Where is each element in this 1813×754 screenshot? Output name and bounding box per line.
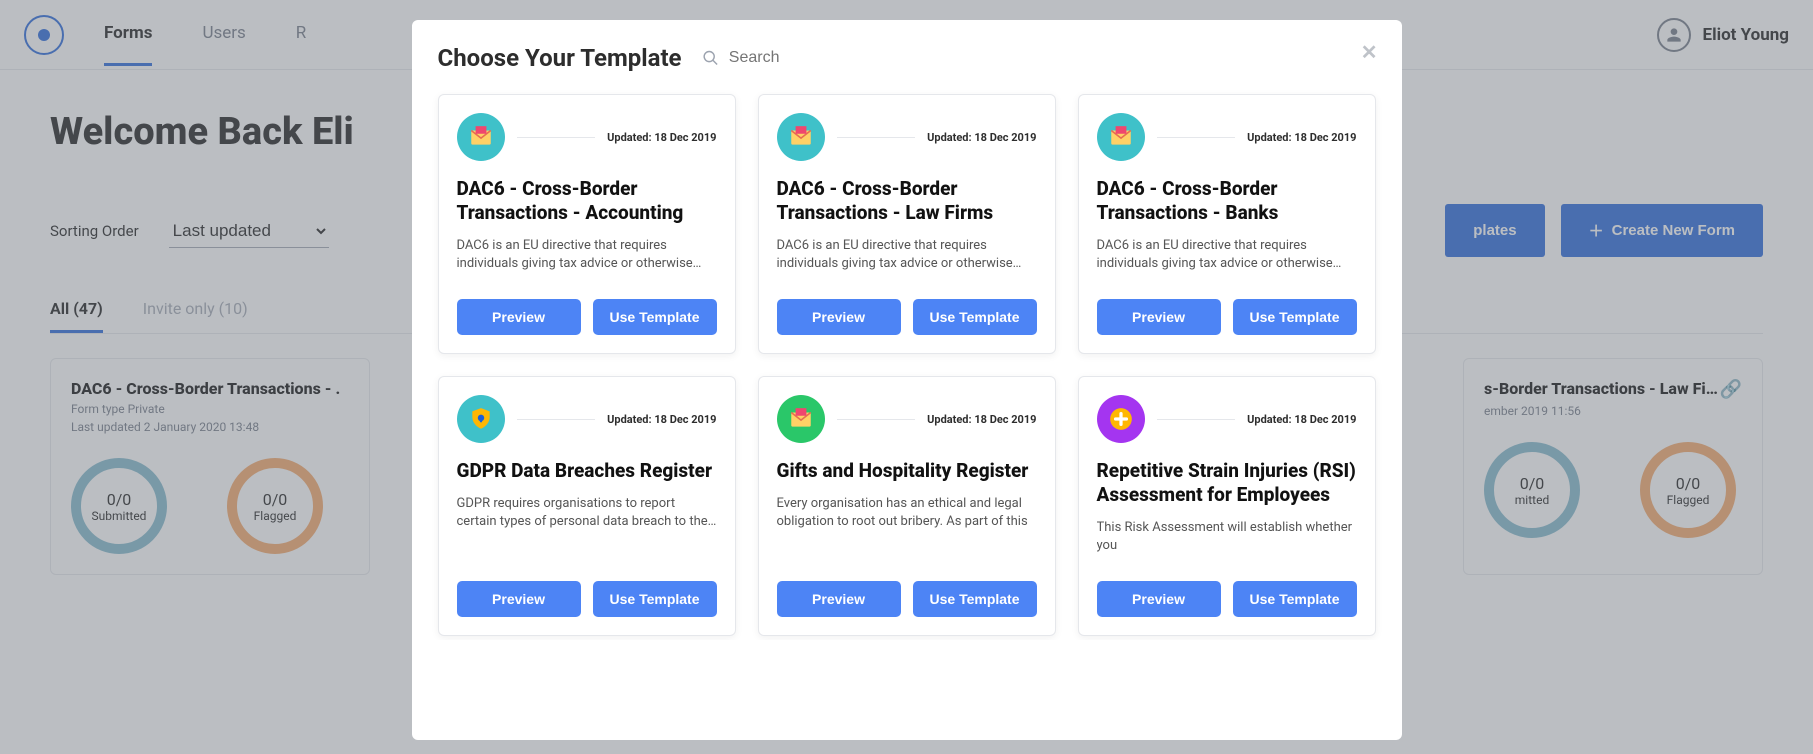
modal-header: Choose Your Template (412, 44, 1402, 90)
template-title: DAC6 - Cross-Border Transactions - Accou… (457, 177, 717, 225)
modal-overlay: ✕ Choose Your Template Updated: 18 Dec 2… (0, 0, 1813, 754)
divider (1157, 419, 1236, 420)
use-template-button[interactable]: Use Template (1233, 581, 1357, 617)
template-title: Gifts and Hospitality Register (777, 459, 1037, 483)
divider (1157, 137, 1236, 138)
template-updated: Updated: 18 Dec 2019 (927, 131, 1036, 144)
template-title: DAC6 - Cross-Border Transactions - Law F… (777, 177, 1037, 225)
preview-button[interactable]: Preview (777, 581, 901, 617)
template-description: DAC6 is an EU directive that requires in… (457, 237, 717, 273)
divider (517, 137, 596, 138)
template-grid: Updated: 18 Dec 2019 DAC6 - Cross-Border… (432, 90, 1382, 640)
template-card: Updated: 18 Dec 2019 Gifts and Hospitali… (758, 376, 1056, 636)
template-modal: ✕ Choose Your Template Updated: 18 Dec 2… (412, 20, 1402, 740)
template-card: Updated: 18 Dec 2019 DAC6 - Cross-Border… (1078, 94, 1376, 354)
template-icon (457, 395, 505, 443)
template-icon (1097, 113, 1145, 161)
preview-button[interactable]: Preview (1097, 299, 1221, 335)
template-title: Repetitive Strain Injuries (RSI) Assessm… (1097, 459, 1357, 507)
divider (837, 137, 916, 138)
template-card: Updated: 18 Dec 2019 DAC6 - Cross-Border… (438, 94, 736, 354)
preview-button[interactable]: Preview (1097, 581, 1221, 617)
template-updated: Updated: 18 Dec 2019 (1247, 413, 1356, 426)
use-template-button[interactable]: Use Template (913, 581, 1037, 617)
use-template-button[interactable]: Use Template (593, 299, 717, 335)
template-title: GDPR Data Breaches Register (457, 459, 717, 483)
template-updated: Updated: 18 Dec 2019 (1247, 131, 1356, 144)
divider (517, 419, 596, 420)
template-description: This Risk Assessment will establish whet… (1097, 519, 1357, 555)
template-description: DAC6 is an EU directive that requires in… (1097, 237, 1357, 273)
search-icon (702, 49, 719, 67)
template-updated: Updated: 18 Dec 2019 (607, 131, 716, 144)
template-icon (777, 395, 825, 443)
use-template-button[interactable]: Use Template (913, 299, 1037, 335)
modal-title: Choose Your Template (438, 44, 682, 72)
preview-button[interactable]: Preview (457, 581, 581, 617)
template-updated: Updated: 18 Dec 2019 (927, 413, 1036, 426)
use-template-button[interactable]: Use Template (593, 581, 717, 617)
preview-button[interactable]: Preview (777, 299, 901, 335)
search-wrap (702, 49, 1376, 67)
close-icon[interactable]: ✕ (1361, 40, 1378, 64)
template-icon (777, 113, 825, 161)
template-icon (457, 113, 505, 161)
template-description: Every organisation has an ethical and le… (777, 495, 1037, 531)
divider (837, 419, 916, 420)
modal-body[interactable]: Updated: 18 Dec 2019 DAC6 - Cross-Border… (412, 90, 1402, 640)
template-card: Updated: 18 Dec 2019 DAC6 - Cross-Border… (758, 94, 1056, 354)
template-card: Updated: 18 Dec 2019 GDPR Data Breaches … (438, 376, 736, 636)
preview-button[interactable]: Preview (457, 299, 581, 335)
template-updated: Updated: 18 Dec 2019 (607, 413, 716, 426)
use-template-button[interactable]: Use Template (1233, 299, 1357, 335)
template-title: DAC6 - Cross-Border Transactions - Banks (1097, 177, 1357, 225)
search-input[interactable] (729, 49, 1376, 67)
template-description: GDPR requires organisations to report ce… (457, 495, 717, 531)
template-card: Updated: 18 Dec 2019 Repetitive Strain I… (1078, 376, 1376, 636)
template-icon (1097, 395, 1145, 443)
template-description: DAC6 is an EU directive that requires in… (777, 237, 1037, 273)
